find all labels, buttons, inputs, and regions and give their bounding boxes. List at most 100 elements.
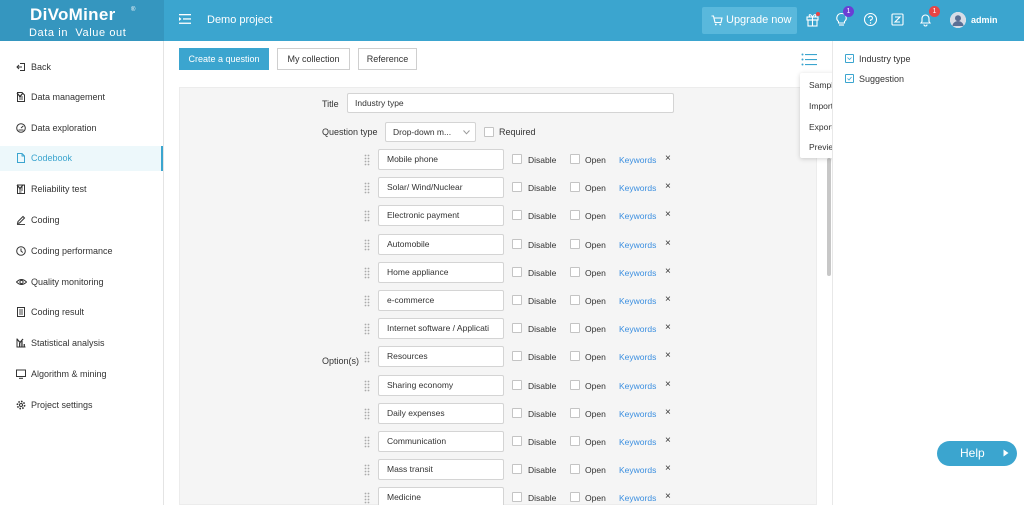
remove-option-icon[interactable]: × xyxy=(665,181,671,192)
remove-option-icon[interactable]: × xyxy=(665,350,671,361)
disable-checkbox[interactable] xyxy=(512,380,522,390)
remove-option-icon[interactable]: × xyxy=(665,294,671,305)
remove-option-icon[interactable]: × xyxy=(665,238,671,249)
open-checkbox[interactable] xyxy=(570,154,580,164)
remove-option-icon[interactable]: × xyxy=(665,209,671,220)
keywords-link[interactable]: Keywords xyxy=(619,409,656,419)
keywords-link[interactable]: Keywords xyxy=(619,211,656,221)
open-checkbox[interactable] xyxy=(570,380,580,390)
sidebar-item-coding-result[interactable]: Coding result xyxy=(0,300,163,325)
drag-handle-icon[interactable] xyxy=(364,210,370,222)
option-input[interactable]: Internet software / Applicati xyxy=(378,318,504,339)
keywords-link[interactable]: Keywords xyxy=(619,268,656,278)
sidebar-item-algorithm-mining[interactable]: Algorithm & mining xyxy=(0,362,163,387)
reference-button[interactable]: Reference xyxy=(358,48,417,70)
drag-handle-icon[interactable] xyxy=(364,154,370,166)
remove-option-icon[interactable]: × xyxy=(665,266,671,277)
keywords-link[interactable]: Keywords xyxy=(619,381,656,391)
remove-option-icon[interactable]: × xyxy=(665,379,671,390)
keywords-link[interactable]: Keywords xyxy=(619,352,656,362)
create-question-button[interactable]: Create a question xyxy=(179,48,269,70)
remove-option-icon[interactable]: × xyxy=(665,463,671,474)
keywords-link[interactable]: Keywords xyxy=(619,240,656,250)
open-checkbox[interactable] xyxy=(570,323,580,333)
remove-option-icon[interactable]: × xyxy=(665,322,671,333)
option-input[interactable]: Automobile xyxy=(378,234,504,255)
menu-item-import[interactable]: Import xyxy=(809,101,833,111)
menu-toggle-icon[interactable] xyxy=(179,13,191,25)
open-checkbox[interactable] xyxy=(570,436,580,446)
option-input[interactable]: Mobile phone xyxy=(378,149,504,170)
app-icon[interactable] xyxy=(890,12,905,27)
keywords-link[interactable]: Keywords xyxy=(619,493,656,503)
option-input[interactable]: Medicine xyxy=(378,487,504,505)
sidebar-item-coding[interactable]: Coding xyxy=(0,208,163,233)
sidebar-item-quality-monitoring[interactable]: Quality monitoring xyxy=(0,270,163,295)
drag-handle-icon[interactable] xyxy=(364,182,370,194)
option-input[interactable]: Home appliance xyxy=(378,262,504,283)
open-checkbox[interactable] xyxy=(570,351,580,361)
disable-checkbox[interactable] xyxy=(512,295,522,305)
title-input[interactable]: Industry type xyxy=(347,93,674,113)
editor-scrollbar[interactable] xyxy=(827,158,831,276)
drag-handle-icon[interactable] xyxy=(364,492,370,504)
open-checkbox[interactable] xyxy=(570,492,580,502)
option-input[interactable]: Electronic payment xyxy=(378,205,504,226)
disable-checkbox[interactable] xyxy=(512,182,522,192)
keywords-link[interactable]: Keywords xyxy=(619,183,656,193)
keywords-link[interactable]: Keywords xyxy=(619,296,656,306)
list-menu-icon[interactable] xyxy=(801,53,817,66)
drag-handle-icon[interactable] xyxy=(364,380,370,392)
tree-checkbox[interactable] xyxy=(845,74,854,83)
keywords-link[interactable]: Keywords xyxy=(619,155,656,165)
required-checkbox[interactable] xyxy=(484,127,494,137)
disable-checkbox[interactable] xyxy=(512,210,522,220)
drag-handle-icon[interactable] xyxy=(364,464,370,476)
option-input[interactable]: Resources xyxy=(378,346,504,367)
help-button[interactable]: Help xyxy=(937,441,1017,466)
sidebar-item-coding-performance[interactable]: Coding performance xyxy=(0,239,163,264)
drag-handle-icon[interactable] xyxy=(364,436,370,448)
sidebar-item-codebook[interactable]: Codebook xyxy=(0,146,163,171)
menu-item-export[interactable]: Export xyxy=(809,122,834,132)
drag-handle-icon[interactable] xyxy=(364,239,370,251)
disable-checkbox[interactable] xyxy=(512,408,522,418)
sidebar-item-back[interactable]: Back xyxy=(0,55,163,80)
option-input[interactable]: Mass transit xyxy=(378,459,504,480)
question-type-select[interactable]: Drop-down m... xyxy=(385,122,476,142)
remove-option-icon[interactable]: × xyxy=(665,407,671,418)
disable-checkbox[interactable] xyxy=(512,464,522,474)
option-input[interactable]: Solar/ Wind/Nuclear xyxy=(378,177,504,198)
option-input[interactable]: Daily expenses xyxy=(378,403,504,424)
drag-handle-icon[interactable] xyxy=(364,295,370,307)
open-checkbox[interactable] xyxy=(570,267,580,277)
open-checkbox[interactable] xyxy=(570,239,580,249)
option-input[interactable]: Sharing economy xyxy=(378,375,504,396)
remove-option-icon[interactable]: × xyxy=(665,491,671,502)
drag-handle-icon[interactable] xyxy=(364,267,370,279)
sidebar-item-reliability-test[interactable]: Reliability test xyxy=(0,177,163,202)
my-collection-button[interactable]: My collection xyxy=(277,48,350,70)
sidebar-item-project-settings[interactable]: Project settings xyxy=(0,393,163,418)
keywords-link[interactable]: Keywords xyxy=(619,324,656,334)
disable-checkbox[interactable] xyxy=(512,492,522,502)
avatar[interactable] xyxy=(950,12,966,28)
open-checkbox[interactable] xyxy=(570,210,580,220)
option-input[interactable]: e-commerce xyxy=(378,290,504,311)
drag-handle-icon[interactable] xyxy=(364,408,370,420)
disable-checkbox[interactable] xyxy=(512,351,522,361)
logo[interactable]: DiVoMiner ® Data in Value out xyxy=(0,0,164,41)
username[interactable]: admin xyxy=(971,15,998,25)
remove-option-icon[interactable]: × xyxy=(665,153,671,164)
option-input[interactable]: Communication xyxy=(378,431,504,452)
help-circle-icon[interactable] xyxy=(863,12,878,27)
disable-checkbox[interactable] xyxy=(512,323,522,333)
tree-checkbox[interactable] xyxy=(845,54,854,63)
open-checkbox[interactable] xyxy=(570,408,580,418)
remove-option-icon[interactable]: × xyxy=(665,435,671,446)
keywords-link[interactable]: Keywords xyxy=(619,465,656,475)
disable-checkbox[interactable] xyxy=(512,267,522,277)
drag-handle-icon[interactable] xyxy=(364,351,370,363)
open-checkbox[interactable] xyxy=(570,464,580,474)
keywords-link[interactable]: Keywords xyxy=(619,437,656,447)
